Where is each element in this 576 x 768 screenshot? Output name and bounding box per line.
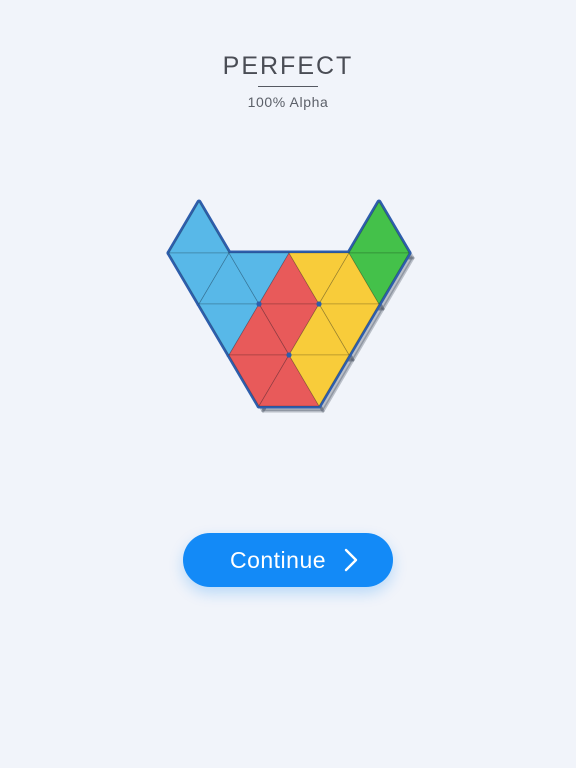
triangle-tile bbox=[348, 201, 410, 254]
puzzle-board bbox=[166, 199, 415, 413]
continue-button[interactable]: Continue bbox=[183, 533, 393, 587]
joint-dot bbox=[316, 301, 322, 307]
continue-label: Continue bbox=[229, 546, 327, 573]
triangle-tile bbox=[168, 201, 230, 254]
joint-dot bbox=[256, 301, 262, 307]
chevron-right-icon bbox=[344, 548, 358, 572]
joint-dot bbox=[286, 352, 292, 358]
